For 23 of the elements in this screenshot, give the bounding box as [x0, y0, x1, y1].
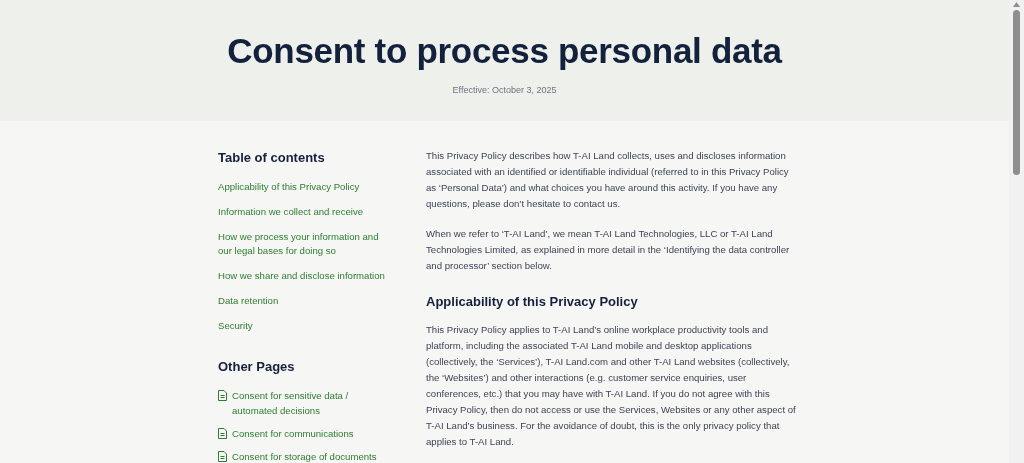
section-heading: Applicability of this Privacy Policy: [426, 294, 639, 310]
effective-date: Effective: October 3, 2025: [452, 84, 557, 97]
other-pages-heading: Other Pages: [218, 357, 296, 376]
toc-link[interactable]: Security: [218, 318, 388, 333]
page-link[interactable]: Consent for sensitive data / automated decisions: [232, 388, 388, 418]
toc-heading: Table of contents: [218, 149, 326, 167]
page-link[interactable]: Consent for storage of documents: [232, 449, 377, 463]
scroll-up-icon[interactable]: [1013, 2, 1020, 7]
paragraph: When we refer to ‘T-AI Land’, we mean T-AI Land Technologies, LLC or T-AI Land Technologies Limited, as explained in more detail in the ‘Identifying the data controller and processor’ section below.: [426, 227, 791, 273]
toc-link[interactable]: Information we collect and receive: [218, 204, 388, 219]
document-icon: [218, 390, 227, 401]
toc-link[interactable]: Applicability of this Privacy Policy: [218, 179, 388, 194]
toc-link[interactable]: How we share and disclose information: [218, 268, 388, 283]
scrollbar[interactable]: [1009, 0, 1024, 463]
page-link[interactable]: Consent for communications: [232, 426, 354, 441]
document-icon: [218, 451, 227, 462]
page-title: Consent to process personal data: [226, 30, 784, 72]
paragraph: This Privacy Policy describes how T-AI Land collects, uses and discloses information associated with an identified or identifiable individual (referred to in this Privacy Policy as ‘Personal Data’) and what choices you have around this activity. If you have any questions, please don’t hesitate to contact us.: [426, 149, 790, 211]
document-icon: [218, 428, 227, 439]
scrollbar-thumb[interactable]: [1013, 10, 1020, 175]
toc-link[interactable]: How we process your information and our legal bases for doing so: [218, 229, 388, 258]
paragraph: This Privacy Policy applies to T-AI Land’s online workplace productivity tools and platform, including the associated T-AI Land mobile and desktop applications (collectively, the ‘Services’), T-AI Land.com and other T-AI Land websites (collectively, the ‘Websites’) and other interactions (e.g. customer service enquiries, user conferences, etc.) that you may have with T-AI Land. If you do not agree with this Privacy Policy, then do not access or use the Services, Websites or any other aspect of T-AI Land’s business. For the avoidance of doubt, this is the only privacy policy that applies to T-AI Land.: [426, 322, 797, 449]
toc-link[interactable]: Data retention: [218, 293, 388, 308]
